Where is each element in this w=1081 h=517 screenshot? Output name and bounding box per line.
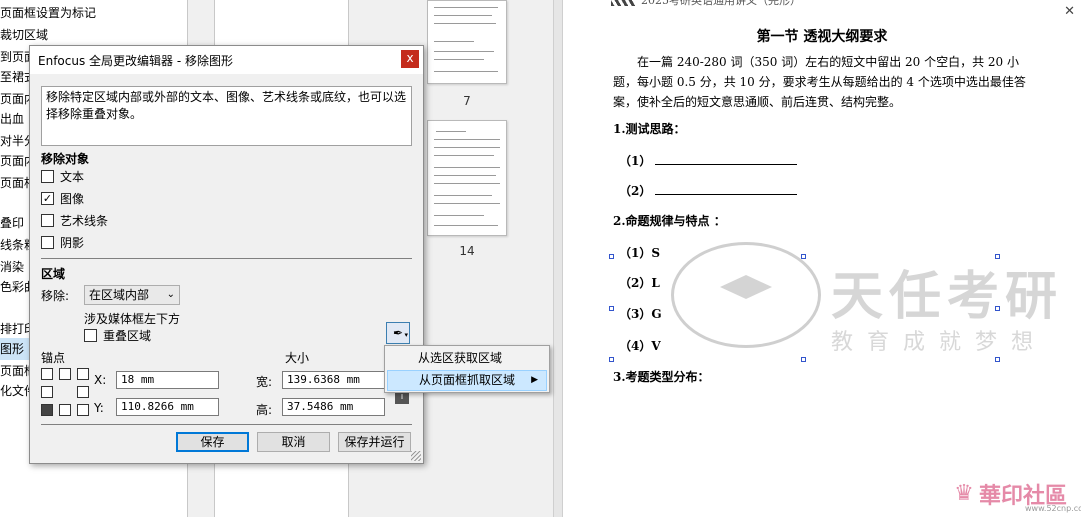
divider xyxy=(41,258,412,259)
site-url: www.52cnp.com xyxy=(1025,504,1081,513)
width-input[interactable]: 139.6368 mm xyxy=(282,371,385,389)
selection-handle[interactable] xyxy=(609,357,614,362)
anchor-heading: 锚点 xyxy=(41,351,66,365)
checkbox-shading[interactable]: 阴影 xyxy=(41,235,84,253)
selection-handle[interactable] xyxy=(995,357,1000,362)
save-button[interactable]: 保存 xyxy=(176,432,249,452)
section-heading: 2.命题规律与特点 ： xyxy=(613,214,726,228)
close-button[interactable]: x xyxy=(401,50,419,68)
y-input[interactable]: 110.8266 mm xyxy=(116,398,219,416)
chevron-down-icon: ⌄ xyxy=(166,289,175,300)
page-number: 7 xyxy=(463,94,471,108)
y-label: Y: xyxy=(94,401,104,415)
checkbox-box[interactable] xyxy=(41,170,54,183)
site-watermark: ♛ 華印社區 www.52cnp.com xyxy=(949,476,1081,516)
anchor-bottom-right[interactable] xyxy=(77,404,89,416)
list-item: （2） xyxy=(619,182,798,199)
resize-grip-icon[interactable] xyxy=(411,451,421,461)
document-page: 2025考研英语通用讲义（完形） ✕ 第一节 透视大纲要求 在一篇 240-28… xyxy=(563,0,1081,517)
cancel-button[interactable]: 取消 xyxy=(257,432,330,452)
selection-handle[interactable] xyxy=(801,254,806,259)
save-and-run-button[interactable]: 保存并运行 xyxy=(338,432,411,452)
checkbox-line-art[interactable]: 艺术线条 xyxy=(41,213,108,231)
checkmark-icon[interactable]: ✓ xyxy=(41,192,54,205)
menu-item-get-from-selection[interactable]: 从选区获取区域 xyxy=(387,348,547,369)
divider xyxy=(41,424,412,425)
checkbox-box[interactable] xyxy=(84,329,97,342)
anchor-point-grid[interactable] xyxy=(41,368,89,416)
eyedropper-button[interactable]: ✒ ▾ xyxy=(386,322,410,344)
watermark-title: 天任考研 xyxy=(831,267,1064,327)
height-input[interactable]: 37.5486 mm xyxy=(282,398,385,416)
splitter[interactable] xyxy=(553,0,563,517)
section-title: 第一节 透视大纲要求 xyxy=(756,29,888,45)
height-label: 高: xyxy=(256,403,273,417)
dialog-titlebar[interactable]: Enfocus 全局更改编辑器 - 移除图形 x xyxy=(30,46,423,74)
selection-handle[interactable] xyxy=(995,254,1000,259)
list-item: （4）V xyxy=(619,339,661,353)
list-item: （2）L xyxy=(619,276,660,290)
submenu-arrow-icon: ▶ xyxy=(531,375,538,385)
page-number: 14 xyxy=(459,244,475,258)
anchor-top-left[interactable] xyxy=(41,368,53,380)
selection-handle[interactable] xyxy=(609,254,614,259)
remove-mode-select[interactable]: 在区域内部 ⌄ xyxy=(84,285,180,305)
section-heading: 3.考题类型分布： xyxy=(613,370,710,384)
page-thumbnail[interactable] xyxy=(427,0,507,84)
checkbox-text[interactable]: 文本 xyxy=(41,169,84,187)
selection-handle[interactable] xyxy=(801,357,806,362)
dialog-title: Enfocus 全局更改编辑器 - 移除图形 xyxy=(38,54,233,68)
watermark: 天任考研 教育成就梦想 xyxy=(671,232,1071,362)
crown-icon: ♛ xyxy=(954,481,974,506)
page-thumbnail[interactable] xyxy=(427,120,507,236)
header-stripe xyxy=(611,0,635,6)
close-icon[interactable]: ✕ xyxy=(1064,4,1075,19)
description-box: 移除特定区域内部或外部的文本、图像、艺术线条或底纹，也可以选择移除重叠对象。 xyxy=(41,86,412,146)
checkbox-box[interactable] xyxy=(41,214,54,227)
page-thumbnails: 7 14 xyxy=(413,0,553,517)
area-heading: 区域 xyxy=(41,267,66,281)
anchor-bottom-center[interactable] xyxy=(59,404,71,416)
body-paragraph: 在一篇 240-280 词（350 词）左右的短文中留出 20 个空白，共 20… xyxy=(613,55,1026,109)
watermark-logo-icon xyxy=(671,242,821,348)
tool-list-item[interactable]: 页面框设置为标记 xyxy=(0,2,188,24)
section-heading: 1.测试思路： xyxy=(613,122,686,136)
eyedropper-icon: ✒ xyxy=(392,326,404,340)
anchor-bottom-left[interactable] xyxy=(41,404,53,416)
x-label: X: xyxy=(94,373,107,387)
selection-handle[interactable] xyxy=(609,306,614,311)
dropdown-arrow-icon: ▾ xyxy=(404,331,408,339)
width-label: 宽: xyxy=(256,375,273,389)
media-box-note: 涉及媒体框左下方 xyxy=(84,312,181,326)
watermark-subtitle: 教育成就梦想 xyxy=(831,330,1048,355)
anchor-middle-right[interactable] xyxy=(77,386,89,398)
anchor-middle-left[interactable] xyxy=(41,386,53,398)
list-item: （1） xyxy=(619,152,798,169)
checkbox-image[interactable]: ✓ 图像 xyxy=(41,191,84,209)
eyedropper-menu: 从选区获取区域 从页面框抓取区域 ▶ xyxy=(384,345,550,393)
x-input[interactable]: 18 mm xyxy=(116,371,219,389)
anchor-top-center[interactable] xyxy=(59,368,71,380)
remove-graphics-dialog: Enfocus 全局更改编辑器 - 移除图形 x 移除特定区域内部或外部的文本、… xyxy=(29,45,424,464)
list-item: （1）S xyxy=(619,246,661,260)
selection-handle[interactable] xyxy=(995,306,1000,311)
remove-label: 移除: xyxy=(41,289,70,303)
checkbox-overlap[interactable]: 重叠区域 xyxy=(84,328,151,346)
remove-objects-heading: 移除对象 xyxy=(41,152,90,166)
list-item: （3）G xyxy=(619,307,662,321)
page-header: 2025考研英语通用讲义（完形） xyxy=(611,0,1031,8)
tool-list-item[interactable]: 裁切区域 xyxy=(0,24,188,46)
header-text: 2025考研英语通用讲义（完形） xyxy=(641,0,801,7)
anchor-top-right[interactable] xyxy=(77,368,89,380)
size-heading: 大小 xyxy=(285,351,310,365)
menu-item-grab-from-page-box[interactable]: 从页面框抓取区域 ▶ xyxy=(387,370,547,391)
checkbox-box[interactable] xyxy=(41,236,54,249)
